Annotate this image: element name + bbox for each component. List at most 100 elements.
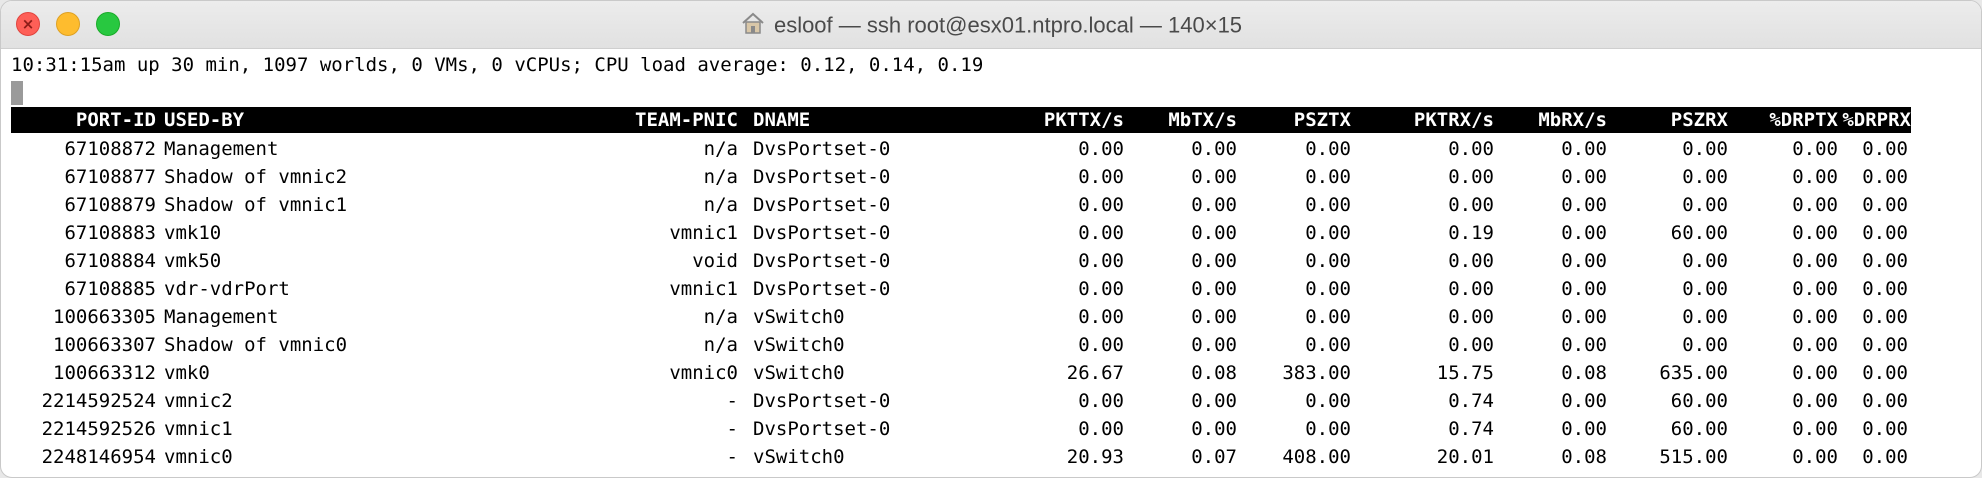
pkttx-cell: 26.67: [1066, 362, 1124, 384]
status-line: 10:31:15am up 30 min, 1097 worlds, 0 VMs…: [11, 54, 984, 76]
column-header-psztx: PSZTX: [1293, 109, 1351, 131]
psztx-cell: 0.00: [1305, 390, 1351, 412]
pktrx-cell: 0.00: [1448, 278, 1494, 300]
drprx-cell: 0.00: [1862, 250, 1908, 272]
port-id-cell: 67108877: [64, 166, 156, 188]
terminal-content[interactable]: 10:31:15am up 30 min, 1097 worlds, 0 VMs…: [11, 51, 1971, 475]
pkttx-cell: 0.00: [1078, 166, 1124, 188]
drprx-cell: 0.00: [1862, 194, 1908, 216]
mbrx-cell: 0.00: [1561, 418, 1607, 440]
psztx-cell: 0.00: [1305, 306, 1351, 328]
pszrx-cell: 0.00: [1682, 334, 1728, 356]
pkttx-cell: 0.00: [1078, 334, 1124, 356]
pkttx-cell: 0.00: [1078, 418, 1124, 440]
mbrx-cell: 0.00: [1561, 278, 1607, 300]
pktrx-cell: 15.75: [1436, 362, 1494, 384]
drptx-cell: 0.00: [1792, 446, 1838, 468]
terminal-window: × esloof — ssh root@esx01.ntpro.local — …: [0, 0, 1982, 478]
mbtx-cell: 0.00: [1191, 418, 1237, 440]
pkttx-cell: 0.00: [1078, 250, 1124, 272]
title-bar[interactable]: × esloof — ssh root@esx01.ntpro.local — …: [1, 1, 1981, 49]
pkttx-cell: 0.00: [1078, 390, 1124, 412]
home-icon: [742, 12, 764, 35]
team-pnic-cell: -: [726, 390, 738, 412]
drptx-cell: 0.00: [1792, 418, 1838, 440]
table-row: 100663312 vmk0 vmnic0 vSwitch0 26.67 0.0…: [11, 359, 1911, 387]
drptx-cell: 0.00: [1792, 334, 1838, 356]
mbtx-cell: 0.00: [1191, 390, 1237, 412]
pktrx-cell: 20.01: [1436, 446, 1494, 468]
psztx-cell: 0.00: [1305, 194, 1351, 216]
drprx-cell: 0.00: [1862, 334, 1908, 356]
pszrx-cell: 60.00: [1670, 418, 1728, 440]
table-row: 67108883 vmk10 vmnic1 DvsPortset-0 0.00 …: [11, 219, 1911, 247]
drptx-cell: 0.00: [1792, 390, 1838, 412]
table-row: 100663307 Shadow of vmnic0 n/a vSwitch0 …: [11, 331, 1911, 359]
team-pnic-cell: -: [726, 446, 738, 468]
pkttx-cell: 0.00: [1078, 306, 1124, 328]
column-header-mbtx: MbTX/s: [1168, 109, 1237, 131]
pkttx-cell: 0.00: [1078, 278, 1124, 300]
port-id-cell: 100663305: [53, 306, 156, 328]
mbtx-cell: 0.00: [1191, 194, 1237, 216]
pktrx-cell: 0.00: [1448, 138, 1494, 160]
table-row: 2248146954 vmnic0 - vSwitch0 20.93 0.07 …: [11, 443, 1911, 471]
drptx-cell: 0.00: [1792, 306, 1838, 328]
team-pnic-cell: vmnic0: [669, 362, 738, 384]
pkttx-cell: 0.00: [1078, 138, 1124, 160]
psztx-cell: 0.00: [1305, 138, 1351, 160]
drprx-cell: 0.00: [1862, 418, 1908, 440]
column-header-pszrx: PSZRX: [1670, 109, 1728, 131]
pszrx-cell: 0.00: [1682, 138, 1728, 160]
port-id-cell: 67108885: [64, 278, 156, 300]
mbrx-cell: 0.00: [1561, 138, 1607, 160]
table-row: 67108879 Shadow of vmnic1 n/a DvsPortset…: [11, 191, 1911, 219]
drprx-cell: 0.00: [1862, 222, 1908, 244]
pszrx-cell: 635.00: [1659, 362, 1728, 384]
mbrx-cell: 0.00: [1561, 334, 1607, 356]
port-id-cell: 67108872: [64, 138, 156, 160]
pktrx-cell: 0.74: [1448, 390, 1494, 412]
pkttx-cell: 20.93: [1066, 446, 1124, 468]
port-id-cell: 67108884: [64, 250, 156, 272]
team-pnic-cell: n/a: [703, 166, 738, 188]
team-pnic-cell: n/a: [703, 334, 738, 356]
mbtx-cell: 0.00: [1191, 138, 1237, 160]
table-row: 67108884 vmk50 void DvsPortset-0 0.00 0.…: [11, 247, 1911, 275]
port-id-cell: 2248146954: [41, 446, 156, 468]
team-pnic-cell: vmnic1: [669, 222, 738, 244]
column-header-drptx: %DRPTX: [1769, 109, 1838, 131]
mbrx-cell: 0.08: [1561, 446, 1607, 468]
pszrx-cell: 515.00: [1659, 446, 1728, 468]
drprx-cell: 0.00: [1862, 446, 1908, 468]
drprx-cell: 0.00: [1862, 278, 1908, 300]
mbtx-cell: 0.07: [1191, 446, 1237, 468]
pktrx-cell: 0.00: [1448, 250, 1494, 272]
mbrx-cell: 0.00: [1561, 222, 1607, 244]
mbtx-cell: 0.00: [1191, 334, 1237, 356]
table-row: 67108872 Management n/a DvsPortset-0 0.0…: [11, 135, 1911, 163]
psztx-cell: 0.00: [1305, 250, 1351, 272]
pkttx-cell: 0.00: [1078, 222, 1124, 244]
pszrx-cell: 60.00: [1670, 222, 1728, 244]
pszrx-cell: 60.00: [1670, 390, 1728, 412]
pktrx-cell: 0.00: [1448, 334, 1494, 356]
mbtx-cell: 0.00: [1191, 306, 1237, 328]
drptx-cell: 0.00: [1792, 166, 1838, 188]
pktrx-cell: 0.19: [1448, 222, 1494, 244]
psztx-cell: 0.00: [1305, 334, 1351, 356]
table-row: 67108885 vdr-vdrPort vmnic1 DvsPortset-0…: [11, 275, 1911, 303]
team-pnic-cell: vmnic1: [669, 278, 738, 300]
pszrx-cell: 0.00: [1682, 250, 1728, 272]
table-row: 100663305 Management n/a vSwitch0 0.00 0…: [11, 303, 1911, 331]
pszrx-cell: 0.00: [1682, 278, 1728, 300]
pktrx-cell: 0.74: [1448, 418, 1494, 440]
psztx-cell: 0.00: [1305, 166, 1351, 188]
pkttx-cell: 0.00: [1078, 194, 1124, 216]
table-row: 2214592524 vmnic2 - DvsPortset-0 0.00 0.…: [11, 387, 1911, 415]
team-pnic-cell: -: [726, 418, 738, 440]
table-row: 67108877 Shadow of vmnic2 n/a DvsPortset…: [11, 163, 1911, 191]
team-pnic-cell: n/a: [703, 138, 738, 160]
column-header-pktrx: PKTRX/s: [1413, 109, 1494, 131]
pktrx-cell: 0.00: [1448, 306, 1494, 328]
